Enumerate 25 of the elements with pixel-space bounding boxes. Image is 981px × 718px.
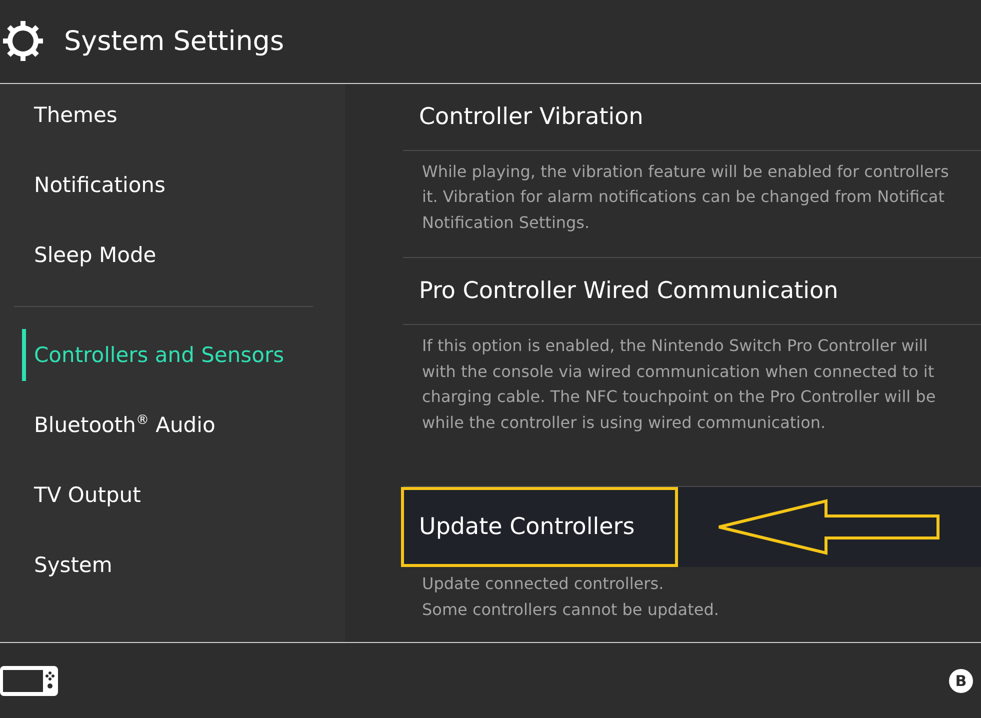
setting-description: While playing, the vibration feature will be enabled for controllers [421, 160, 950, 183]
setting-row[interactable]: Controller Vibration [403, 84, 981, 151]
setting-description: If this option is enabled, the Nintendo Switch Pro Controller will [421, 335, 929, 358]
setting-description: Some controllers cannot be updated. [421, 598, 720, 621]
setting-title: Update Controllers [419, 514, 635, 540]
sidebar-item[interactable]: Bluetooth$^{®}$ Audio [0, 394, 345, 456]
sidebar-item[interactable]: Controllers and Sensors [0, 324, 345, 386]
setting-title: Pro Controller Wired Communication [418, 278, 838, 304]
back-button-hint: B [949, 668, 973, 693]
sidebar-item[interactable]: Themes [0, 84, 345, 146]
arrow-icon [716, 499, 942, 556]
setting-description: it. Vibration for alarm notifications can be changed from Notificat [421, 186, 946, 208]
setting-title: Controller Vibration [418, 104, 644, 130]
setting-description: Notification Settings. [421, 212, 591, 234]
setting-row[interactable]: Update Controllers [403, 487, 981, 568]
setting-row[interactable]: Pro Controller Wired Communication [403, 258, 981, 326]
sidebar-item[interactable]: Notifications [0, 154, 345, 216]
sidebar-item[interactable]: System [0, 534, 345, 596]
window-title: System Settings [64, 26, 284, 57]
setting-description: with the console via wired communication when connected to it [421, 360, 936, 383]
sidebar-item[interactable]: Sleep Mode [0, 224, 345, 286]
setting-description: while the controller is using wired communication. [421, 412, 827, 434]
setting-description: charging cable. The NFC touchpoint on the Pro Controller will be [421, 386, 937, 408]
setting-description: Update connected controllers. [421, 573, 665, 596]
sidebar-item[interactable]: TV Output [0, 464, 345, 526]
